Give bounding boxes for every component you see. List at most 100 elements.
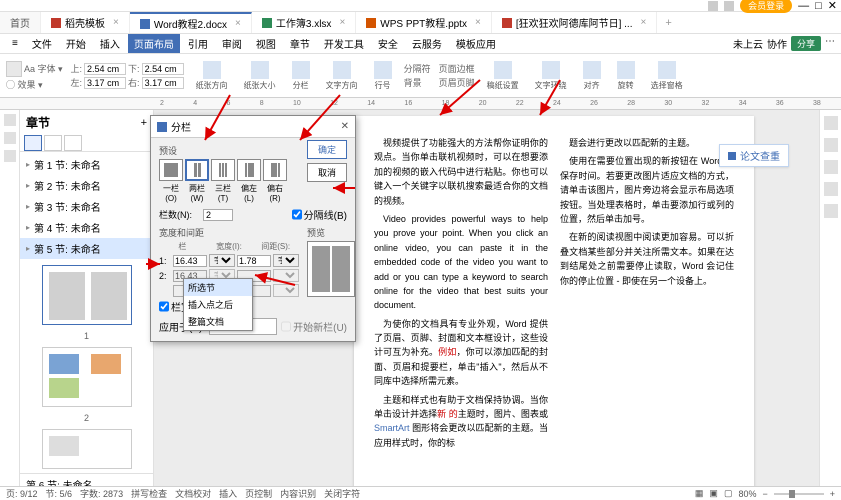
nav-item[interactable]: 第 1 节: 未命名: [20, 154, 153, 175]
status-item[interactable]: 页控制: [245, 487, 272, 500]
dropdown-item[interactable]: 插入点之后: [184, 296, 252, 313]
spellcheck-status[interactable]: 拼写检查: [131, 487, 167, 500]
insert-mode[interactable]: 插入: [219, 487, 237, 500]
nav-item[interactable]: 第 4 节: 未命名: [20, 217, 153, 238]
close-icon[interactable]: ✕: [828, 0, 837, 12]
horizontal-ruler[interactable]: 2468101214161820222426283032343638: [0, 98, 841, 110]
status-item[interactable]: 内容识别: [280, 487, 316, 500]
columns-button[interactable]: 分栏: [288, 60, 314, 92]
textdir-button[interactable]: 文字方向: [322, 60, 362, 92]
zoom-out-icon[interactable]: −: [762, 489, 767, 499]
close-icon[interactable]: ×: [339, 17, 345, 28]
coop-button[interactable]: 协作: [767, 36, 787, 51]
tab-home[interactable]: 首页: [0, 12, 41, 33]
cloud-status[interactable]: 未上云: [733, 36, 763, 51]
proof-status[interactable]: 文档校对: [175, 487, 211, 500]
nav-item[interactable]: 第 3 节: 未命名: [20, 196, 153, 217]
style-icon[interactable]: [824, 138, 838, 152]
tab-template[interactable]: 稻壳模板×: [41, 12, 130, 33]
paper-check-tag[interactable]: 论文查重: [719, 144, 789, 167]
view-icon[interactable]: ▣: [709, 488, 718, 499]
menu-view[interactable]: 视图: [250, 34, 282, 53]
preset-left[interactable]: [237, 159, 261, 181]
preset-right[interactable]: [263, 159, 287, 181]
nav-tab-2[interactable]: [44, 135, 62, 151]
unit-select[interactable]: 字符: [273, 254, 299, 267]
outline-icon[interactable]: [4, 114, 16, 126]
margin-right[interactable]: 3.17 cm: [142, 77, 184, 89]
minimize-icon[interactable]: —: [798, 0, 809, 12]
menu-hamburger[interactable]: ≡: [6, 36, 24, 51]
margin-bottom[interactable]: 2.54 cm: [142, 63, 184, 75]
cols-input[interactable]: [203, 209, 233, 221]
rotate-button[interactable]: 旋转: [613, 60, 639, 92]
cancel-button[interactable]: 取消: [307, 163, 347, 182]
close-icon[interactable]: ×: [640, 17, 646, 28]
orientation-button[interactable]: 纸张方向: [192, 60, 232, 92]
page-status[interactable]: 页: 9/12: [6, 487, 38, 500]
tab-add[interactable]: +: [657, 12, 679, 33]
align-button[interactable]: 对齐: [579, 60, 605, 92]
thumbs-icon[interactable]: [4, 132, 16, 144]
dialog-titlebar[interactable]: 分栏 ✕: [151, 116, 355, 138]
zoom-in-icon[interactable]: +: [830, 489, 835, 499]
tab-other[interactable]: [狂欢狂欢阿德库阿节日] ...×: [492, 12, 658, 33]
login-button[interactable]: 会员登录: [740, 0, 792, 13]
view-icon[interactable]: ▢: [724, 488, 733, 499]
nav-item[interactable]: 第 2 节: 未命名: [20, 175, 153, 196]
preset-one[interactable]: [159, 159, 183, 181]
width-input[interactable]: [173, 255, 207, 267]
thumbnail[interactable]: [42, 429, 132, 469]
close-icon[interactable]: ×: [475, 17, 481, 28]
wrap-button[interactable]: 文字环绕: [531, 60, 571, 92]
preset-two[interactable]: [185, 159, 209, 181]
menu-references[interactable]: 引用: [182, 34, 214, 53]
divider-checkbox[interactable]: 分隔线(B): [292, 207, 347, 222]
tab-word[interactable]: Word教程2.docx×: [130, 12, 252, 33]
more-icon[interactable]: [824, 204, 838, 218]
menu-pagelayout[interactable]: 页面布局: [128, 34, 180, 53]
bookmark-icon[interactable]: [4, 150, 16, 162]
menu-dev[interactable]: 开发工具: [318, 34, 370, 53]
nav-item[interactable]: 第 5 节: 未命名: [20, 238, 153, 259]
unit-select[interactable]: 字符: [209, 254, 235, 267]
menu-start[interactable]: 开始: [60, 34, 92, 53]
menu-cloud[interactable]: 云服务: [406, 34, 448, 53]
spacing-input[interactable]: [237, 255, 271, 267]
share-button[interactable]: 分享: [791, 36, 821, 51]
shape-icon[interactable]: [824, 182, 838, 196]
selection-pane-button[interactable]: 选择窗格: [647, 60, 687, 92]
menu-more-icon[interactable]: ⋯: [825, 36, 835, 51]
dropdown-item[interactable]: 所选节: [184, 279, 252, 296]
menu-template[interactable]: 模板应用: [450, 34, 502, 53]
tools-icon[interactable]: [824, 116, 838, 130]
wordcount-status[interactable]: 字数: 2873: [80, 487, 123, 500]
dropdown-item[interactable]: 整篇文档: [184, 313, 252, 330]
linenum-button[interactable]: 行号: [370, 60, 396, 92]
ok-button[interactable]: 确定: [307, 140, 347, 159]
paper-settings-button[interactable]: 稿纸设置: [483, 60, 523, 92]
menu-sections[interactable]: 章节: [284, 34, 316, 53]
margin-left[interactable]: 3.17 cm: [84, 77, 126, 89]
menu-security[interactable]: 安全: [372, 34, 404, 53]
grid-icon[interactable]: [708, 1, 718, 11]
tab-ppt[interactable]: WPS PPT教程.pptx×: [356, 12, 492, 33]
menu-review[interactable]: 审阅: [216, 34, 248, 53]
zoom-slider[interactable]: [774, 493, 824, 495]
tab-excel[interactable]: 工作簿3.xlsx×: [252, 12, 356, 33]
select-icon[interactable]: [824, 160, 838, 174]
preset-three[interactable]: [211, 159, 235, 181]
margin-top[interactable]: 2.54 cm: [84, 63, 126, 75]
nav-tab-3[interactable]: [64, 135, 82, 151]
menu-insert[interactable]: 插入: [94, 34, 126, 53]
maximize-icon[interactable]: □: [815, 0, 822, 12]
papersize-button[interactable]: 纸张大小: [240, 60, 280, 92]
nav-tab-sections[interactable]: [24, 135, 42, 151]
menu-file[interactable]: 文件: [26, 34, 58, 53]
thumbnail[interactable]: [42, 265, 132, 325]
status-item[interactable]: 关闭字符: [324, 487, 360, 500]
nav-add[interactable]: +: [141, 117, 147, 129]
theme-icon[interactable]: [6, 61, 22, 77]
close-icon[interactable]: ×: [235, 18, 241, 29]
zoom-level[interactable]: 80%: [738, 489, 756, 499]
